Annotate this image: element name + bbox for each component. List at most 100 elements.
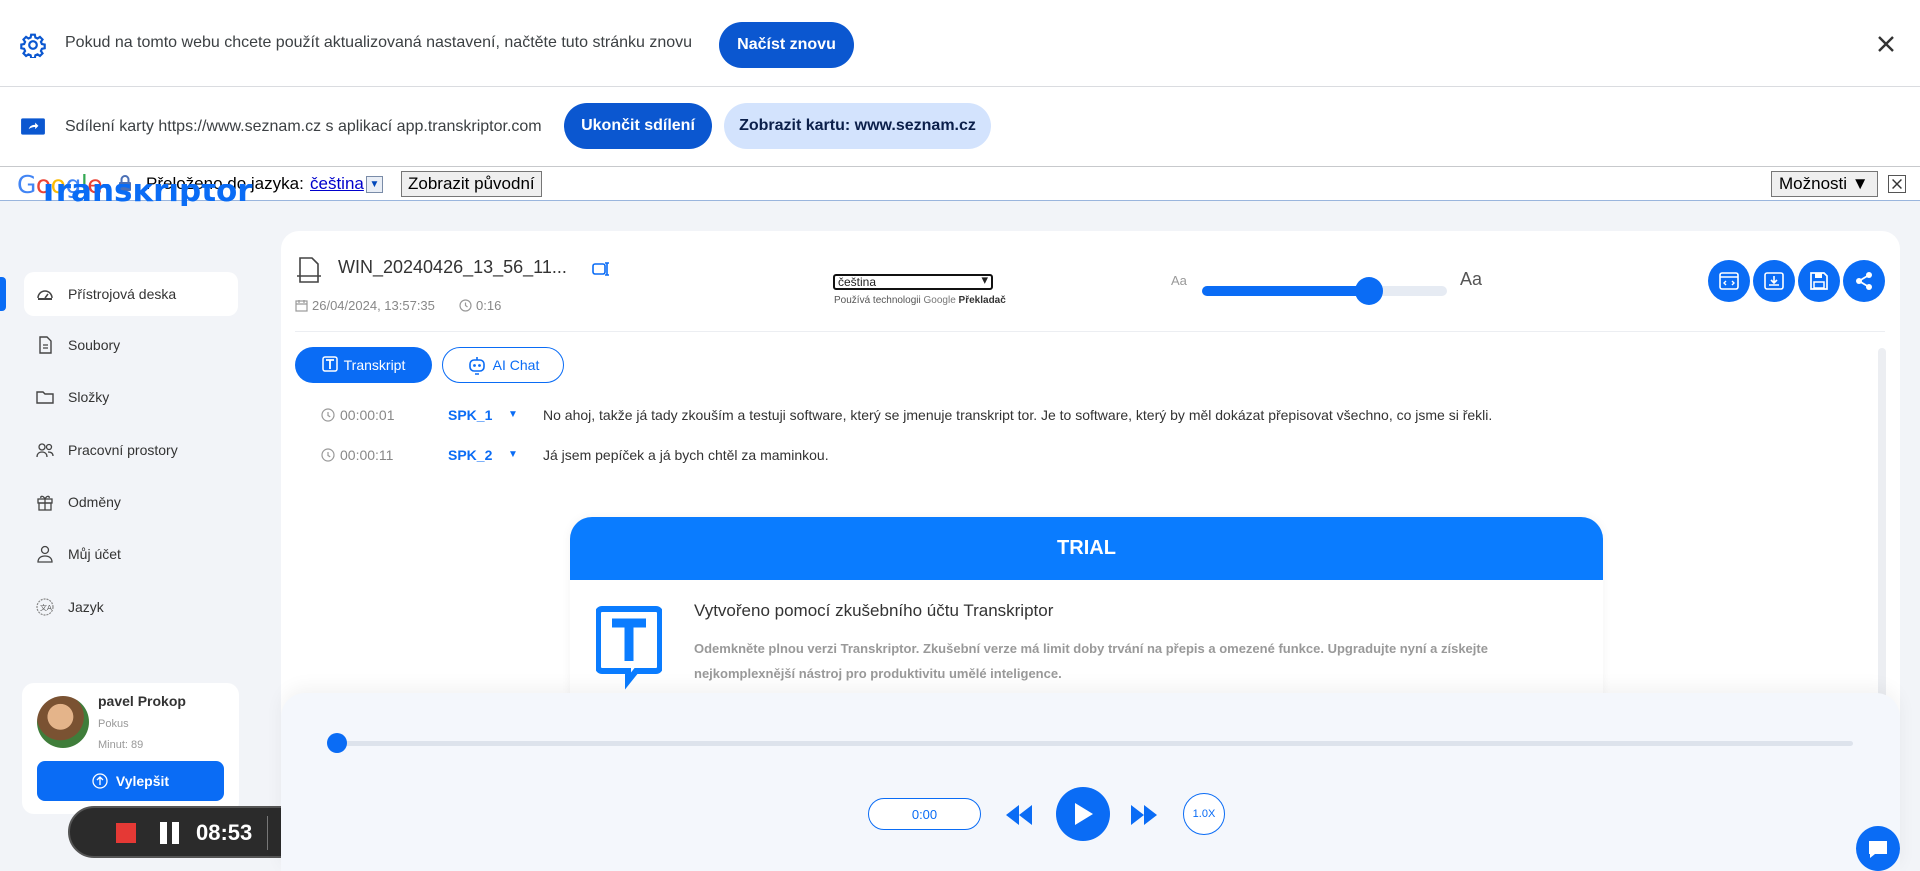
share-infobar: Sdílení karty https://www.seznam.cz s ap… bbox=[0, 87, 1920, 167]
gift-icon bbox=[37, 495, 53, 511]
file-date-text: 26/04/2024, 13:57:35 bbox=[312, 298, 435, 313]
share-button[interactable] bbox=[1843, 260, 1885, 302]
trial-banner: TRIAL Vytvořeno pomocí zkušebního účtu T… bbox=[570, 517, 1603, 717]
powered-by-brand: Google bbox=[923, 295, 956, 306]
font-size-slider[interactable] bbox=[1202, 277, 1447, 305]
powered-by-suffix: Překladač bbox=[958, 295, 1006, 306]
user-plan: Pokus bbox=[98, 718, 129, 730]
speaker-label[interactable]: SPK_1 bbox=[448, 407, 492, 423]
transkriptor-logo[interactable]: Transkriptor bbox=[38, 184, 253, 206]
transcript-text[interactable]: No ahoj, takže já tady zkouším a testuji… bbox=[543, 407, 1492, 423]
embed-button[interactable] bbox=[1708, 260, 1750, 302]
sidebar-item-dashboard[interactable]: Přístrojová deska bbox=[24, 272, 238, 316]
translation-language-select[interactable]: čeština bbox=[833, 274, 993, 290]
gear-icon bbox=[20, 33, 46, 58]
sidebar-item-label: Přístrojová deska bbox=[68, 286, 177, 302]
font-size-small-label: Aa bbox=[1171, 273, 1187, 288]
trial-description: Odemkněte plnou verzi Transkriptor. Zkuš… bbox=[694, 641, 1488, 681]
show-original-button[interactable]: Zobrazit původní bbox=[401, 171, 542, 197]
upgrade-label: Vylepšit bbox=[115, 773, 170, 789]
dashboard-icon bbox=[37, 290, 53, 300]
timestamp-text: 00:00:01 bbox=[340, 407, 395, 423]
stop-sharing-button[interactable]: Ukončit sdílení bbox=[564, 103, 712, 149]
save-button[interactable] bbox=[1798, 260, 1840, 302]
file-duration: 0:16 bbox=[459, 298, 501, 313]
sidebar-item-folders[interactable]: Složky bbox=[24, 375, 238, 419]
file-duration-text: 0:16 bbox=[476, 298, 502, 313]
transcript-text[interactable]: Já jsem pepíček a já bych chtěl za mamin… bbox=[543, 447, 829, 463]
show-tab-button[interactable]: Zobrazit kartu: www.seznam.cz bbox=[724, 103, 991, 149]
sidebar-item-account[interactable]: Můj účet bbox=[24, 532, 238, 576]
upgrade-button[interactable]: Vylepšit bbox=[37, 761, 224, 801]
file-icon bbox=[39, 336, 52, 354]
download-icon bbox=[1764, 272, 1784, 290]
close-icon[interactable] bbox=[1874, 32, 1898, 56]
translate-options-button[interactable]: Možnosti ▼ bbox=[1771, 171, 1878, 197]
chevron-down-icon[interactable]: ▼ bbox=[508, 409, 518, 420]
playback-progress-bar[interactable] bbox=[337, 741, 1853, 746]
chevron-down-icon[interactable]: ▼ bbox=[508, 449, 518, 460]
font-size-large-label: Aa bbox=[1460, 269, 1483, 289]
play-button[interactable] bbox=[1056, 787, 1110, 841]
export-button[interactable] bbox=[1753, 260, 1795, 302]
header-divider bbox=[295, 331, 1885, 332]
rename-icon[interactable] bbox=[591, 259, 611, 279]
timestamp[interactable]: 00:00:11 bbox=[321, 447, 393, 463]
clock-icon bbox=[459, 299, 472, 312]
file-date: 26/04/2024, 13:57:35 bbox=[295, 298, 435, 313]
timestamp-text: 00:00:11 bbox=[340, 447, 394, 463]
chat-icon bbox=[1869, 840, 1887, 858]
translate-bar: Google Přeloženo do jazyka: čeština ▼ Zo… bbox=[0, 167, 1920, 201]
tab-transcript[interactable]: Transkript bbox=[295, 347, 432, 383]
fast-forward-icon[interactable] bbox=[1128, 799, 1160, 831]
svg-text:文A: 文A bbox=[40, 603, 52, 612]
sidebar-item-language[interactable]: 文A Jazyk bbox=[24, 585, 238, 629]
translated-language-link[interactable]: čeština bbox=[310, 174, 364, 194]
font-size-slider-fill bbox=[1202, 286, 1369, 296]
sidebar-item-label: Jazyk bbox=[68, 599, 104, 615]
audio-player: 0:00 1.0X bbox=[281, 693, 1900, 871]
document-icon bbox=[297, 257, 321, 283]
tab-ai-chat-label: AI Chat bbox=[492, 357, 540, 373]
sidebar-item-label: Soubory bbox=[68, 337, 121, 353]
reload-infobar: Pokud na tomto webu chcete použít aktual… bbox=[0, 0, 1920, 87]
clock-icon bbox=[321, 408, 335, 422]
folder-icon bbox=[36, 391, 54, 404]
avatar[interactable] bbox=[37, 696, 89, 748]
sidebar-item-workspaces[interactable]: Pracovní prostory bbox=[24, 428, 238, 472]
screen-share-icon bbox=[21, 118, 45, 135]
sidebar-item-label: Odměny bbox=[68, 494, 121, 510]
rewind-icon[interactable] bbox=[1003, 799, 1035, 831]
sidebar-item-label: Můj účet bbox=[68, 546, 121, 562]
timestamp[interactable]: 00:00:01 bbox=[321, 407, 395, 423]
language-dropdown-icon[interactable]: ▼ bbox=[366, 176, 383, 193]
powered-by-google-translate[interactable]: Používá technologii Google Překladač bbox=[834, 295, 1006, 306]
speaker-label[interactable]: SPK_2 bbox=[448, 447, 492, 463]
close-translate-icon[interactable] bbox=[1888, 175, 1906, 193]
recorder-divider bbox=[267, 816, 268, 850]
sidebar-item-label: Pracovní prostory bbox=[68, 442, 178, 458]
current-time: 0:00 bbox=[868, 798, 981, 830]
file-name: WIN_20240426_13_56_11... bbox=[338, 257, 567, 277]
playback-progress-handle[interactable] bbox=[327, 733, 347, 753]
language-icon: 文A bbox=[36, 598, 54, 616]
font-size-slider-handle[interactable] bbox=[1354, 277, 1383, 305]
user-icon bbox=[37, 545, 53, 563]
pause-recording-button[interactable] bbox=[160, 822, 180, 844]
transcript-scrollbar[interactable] bbox=[1878, 348, 1886, 708]
transkriptor-logo-icon bbox=[596, 606, 662, 690]
support-chat-button[interactable] bbox=[1856, 826, 1900, 871]
stop-recording-button[interactable] bbox=[116, 823, 136, 843]
sidebar-item-files[interactable]: Soubory bbox=[24, 323, 238, 367]
playback-speed-button[interactable]: 1.0X bbox=[1183, 793, 1225, 835]
calendar-icon bbox=[295, 300, 308, 312]
recording-time: 08:53 bbox=[196, 820, 253, 845]
robot-icon bbox=[468, 357, 485, 375]
share-message: Sdílení karty https://www.seznam.cz s ap… bbox=[65, 117, 542, 135]
embed-icon bbox=[1719, 272, 1739, 290]
users-icon bbox=[36, 443, 54, 458]
tab-ai-chat[interactable]: AI Chat bbox=[442, 347, 564, 383]
active-nav-indicator bbox=[0, 277, 6, 311]
sidebar-item-rewards[interactable]: Odměny bbox=[24, 480, 238, 524]
reload-button[interactable]: Načíst znovu bbox=[719, 22, 854, 68]
